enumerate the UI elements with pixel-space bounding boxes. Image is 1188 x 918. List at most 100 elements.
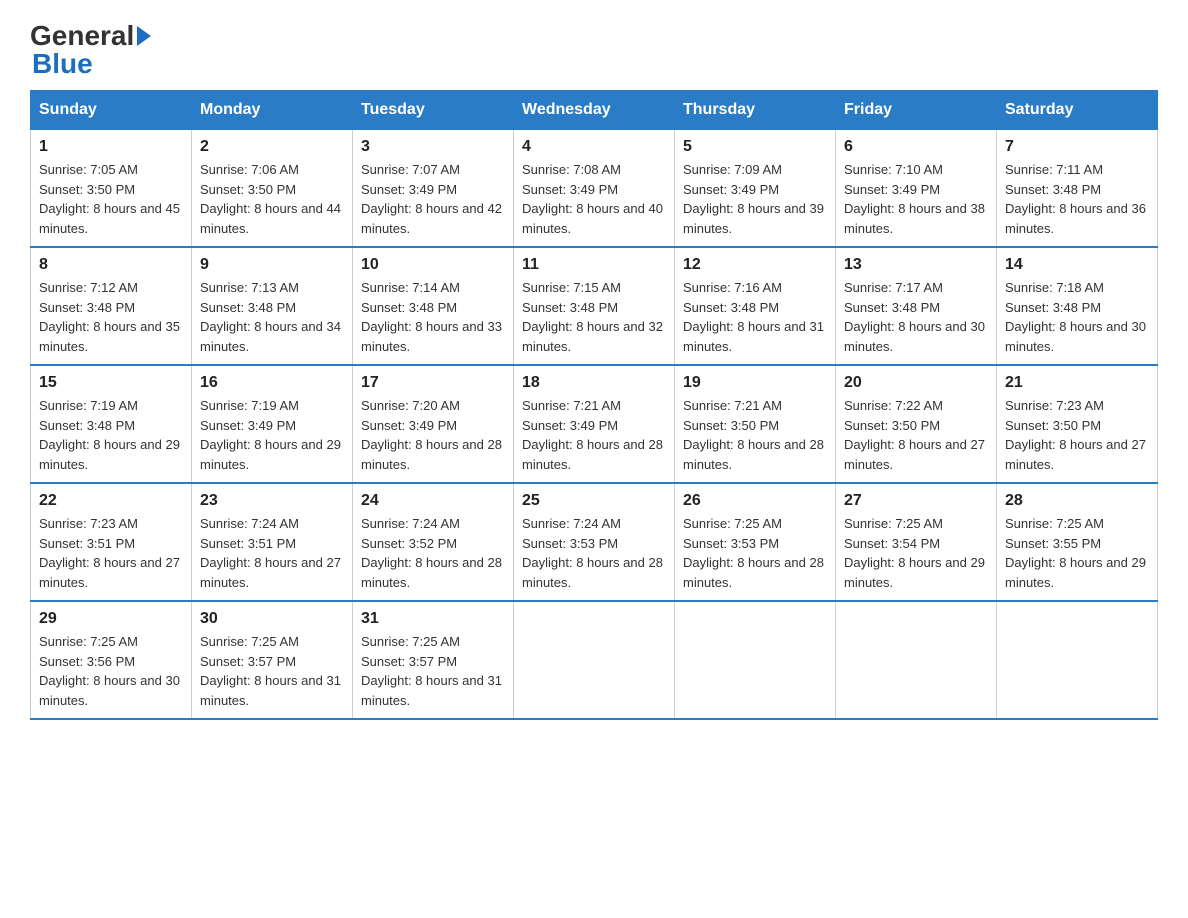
- calendar-cell: 2 Sunrise: 7:06 AMSunset: 3:50 PMDayligh…: [192, 130, 353, 248]
- day-info: Sunrise: 7:25 AMSunset: 3:55 PMDaylight:…: [1005, 514, 1149, 592]
- day-number: 18: [522, 374, 666, 392]
- day-number: 3: [361, 138, 505, 156]
- calendar-cell: 10 Sunrise: 7:14 AMSunset: 3:48 PMDaylig…: [353, 247, 514, 365]
- col-header-saturday: Saturday: [997, 91, 1158, 130]
- calendar-cell: 28 Sunrise: 7:25 AMSunset: 3:55 PMDaylig…: [997, 483, 1158, 601]
- day-info: Sunrise: 7:20 AMSunset: 3:49 PMDaylight:…: [361, 396, 505, 474]
- calendar-cell: 3 Sunrise: 7:07 AMSunset: 3:49 PMDayligh…: [353, 130, 514, 248]
- calendar-cell: 1 Sunrise: 7:05 AMSunset: 3:50 PMDayligh…: [31, 130, 192, 248]
- day-info: Sunrise: 7:25 AMSunset: 3:54 PMDaylight:…: [844, 514, 988, 592]
- day-info: Sunrise: 7:06 AMSunset: 3:50 PMDaylight:…: [200, 160, 344, 238]
- header-row: SundayMondayTuesdayWednesdayThursdayFrid…: [31, 91, 1158, 130]
- calendar-cell: 25 Sunrise: 7:24 AMSunset: 3:53 PMDaylig…: [514, 483, 675, 601]
- header: General Blue: [30, 20, 1158, 80]
- calendar-cell: 30 Sunrise: 7:25 AMSunset: 3:57 PMDaylig…: [192, 601, 353, 719]
- day-info: Sunrise: 7:24 AMSunset: 3:51 PMDaylight:…: [200, 514, 344, 592]
- calendar-cell: 7 Sunrise: 7:11 AMSunset: 3:48 PMDayligh…: [997, 130, 1158, 248]
- day-info: Sunrise: 7:25 AMSunset: 3:57 PMDaylight:…: [200, 632, 344, 710]
- calendar-cell: [675, 601, 836, 719]
- day-number: 8: [39, 256, 183, 274]
- day-info: Sunrise: 7:24 AMSunset: 3:52 PMDaylight:…: [361, 514, 505, 592]
- calendar-cell: [514, 601, 675, 719]
- calendar-cell: 19 Sunrise: 7:21 AMSunset: 3:50 PMDaylig…: [675, 365, 836, 483]
- week-row-5: 29 Sunrise: 7:25 AMSunset: 3:56 PMDaylig…: [31, 601, 1158, 719]
- day-info: Sunrise: 7:22 AMSunset: 3:50 PMDaylight:…: [844, 396, 988, 474]
- logo-blue-text: Blue: [32, 48, 93, 79]
- calendar-cell: 22 Sunrise: 7:23 AMSunset: 3:51 PMDaylig…: [31, 483, 192, 601]
- day-info: Sunrise: 7:19 AMSunset: 3:48 PMDaylight:…: [39, 396, 183, 474]
- day-info: Sunrise: 7:25 AMSunset: 3:56 PMDaylight:…: [39, 632, 183, 710]
- calendar-table: SundayMondayTuesdayWednesdayThursdayFrid…: [30, 90, 1158, 720]
- day-number: 28: [1005, 492, 1149, 510]
- calendar-cell: 29 Sunrise: 7:25 AMSunset: 3:56 PMDaylig…: [31, 601, 192, 719]
- day-info: Sunrise: 7:21 AMSunset: 3:50 PMDaylight:…: [683, 396, 827, 474]
- calendar-cell: 12 Sunrise: 7:16 AMSunset: 3:48 PMDaylig…: [675, 247, 836, 365]
- calendar-cell: 13 Sunrise: 7:17 AMSunset: 3:48 PMDaylig…: [836, 247, 997, 365]
- day-number: 11: [522, 256, 666, 274]
- day-info: Sunrise: 7:17 AMSunset: 3:48 PMDaylight:…: [844, 278, 988, 356]
- calendar-cell: 16 Sunrise: 7:19 AMSunset: 3:49 PMDaylig…: [192, 365, 353, 483]
- day-number: 19: [683, 374, 827, 392]
- day-number: 17: [361, 374, 505, 392]
- day-info: Sunrise: 7:25 AMSunset: 3:57 PMDaylight:…: [361, 632, 505, 710]
- day-info: Sunrise: 7:07 AMSunset: 3:49 PMDaylight:…: [361, 160, 505, 238]
- col-header-sunday: Sunday: [31, 91, 192, 130]
- day-number: 13: [844, 256, 988, 274]
- day-info: Sunrise: 7:19 AMSunset: 3:49 PMDaylight:…: [200, 396, 344, 474]
- calendar-cell: 26 Sunrise: 7:25 AMSunset: 3:53 PMDaylig…: [675, 483, 836, 601]
- calendar-cell: 31 Sunrise: 7:25 AMSunset: 3:57 PMDaylig…: [353, 601, 514, 719]
- day-info: Sunrise: 7:13 AMSunset: 3:48 PMDaylight:…: [200, 278, 344, 356]
- day-number: 2: [200, 138, 344, 156]
- day-number: 15: [39, 374, 183, 392]
- calendar-cell: 23 Sunrise: 7:24 AMSunset: 3:51 PMDaylig…: [192, 483, 353, 601]
- day-number: 14: [1005, 256, 1149, 274]
- calendar-cell: 14 Sunrise: 7:18 AMSunset: 3:48 PMDaylig…: [997, 247, 1158, 365]
- calendar-cell: 17 Sunrise: 7:20 AMSunset: 3:49 PMDaylig…: [353, 365, 514, 483]
- calendar-cell: 6 Sunrise: 7:10 AMSunset: 3:49 PMDayligh…: [836, 130, 997, 248]
- calendar-cell: 8 Sunrise: 7:12 AMSunset: 3:48 PMDayligh…: [31, 247, 192, 365]
- logo-bottom: Blue: [32, 48, 93, 80]
- day-number: 12: [683, 256, 827, 274]
- day-number: 21: [1005, 374, 1149, 392]
- day-number: 25: [522, 492, 666, 510]
- day-info: Sunrise: 7:15 AMSunset: 3:48 PMDaylight:…: [522, 278, 666, 356]
- day-info: Sunrise: 7:21 AMSunset: 3:49 PMDaylight:…: [522, 396, 666, 474]
- col-header-wednesday: Wednesday: [514, 91, 675, 130]
- day-info: Sunrise: 7:05 AMSunset: 3:50 PMDaylight:…: [39, 160, 183, 238]
- day-number: 24: [361, 492, 505, 510]
- day-number: 27: [844, 492, 988, 510]
- day-number: 16: [200, 374, 344, 392]
- calendar-cell: [997, 601, 1158, 719]
- calendar-cell: 11 Sunrise: 7:15 AMSunset: 3:48 PMDaylig…: [514, 247, 675, 365]
- week-row-2: 8 Sunrise: 7:12 AMSunset: 3:48 PMDayligh…: [31, 247, 1158, 365]
- day-info: Sunrise: 7:14 AMSunset: 3:48 PMDaylight:…: [361, 278, 505, 356]
- calendar-cell: [836, 601, 997, 719]
- day-number: 5: [683, 138, 827, 156]
- day-info: Sunrise: 7:16 AMSunset: 3:48 PMDaylight:…: [683, 278, 827, 356]
- day-info: Sunrise: 7:24 AMSunset: 3:53 PMDaylight:…: [522, 514, 666, 592]
- calendar-cell: 21 Sunrise: 7:23 AMSunset: 3:50 PMDaylig…: [997, 365, 1158, 483]
- day-info: Sunrise: 7:10 AMSunset: 3:49 PMDaylight:…: [844, 160, 988, 238]
- calendar-cell: 4 Sunrise: 7:08 AMSunset: 3:49 PMDayligh…: [514, 130, 675, 248]
- day-number: 26: [683, 492, 827, 510]
- calendar-cell: 20 Sunrise: 7:22 AMSunset: 3:50 PMDaylig…: [836, 365, 997, 483]
- day-number: 29: [39, 610, 183, 628]
- calendar-cell: 27 Sunrise: 7:25 AMSunset: 3:54 PMDaylig…: [836, 483, 997, 601]
- day-number: 31: [361, 610, 505, 628]
- day-info: Sunrise: 7:09 AMSunset: 3:49 PMDaylight:…: [683, 160, 827, 238]
- week-row-4: 22 Sunrise: 7:23 AMSunset: 3:51 PMDaylig…: [31, 483, 1158, 601]
- day-number: 7: [1005, 138, 1149, 156]
- calendar-cell: 15 Sunrise: 7:19 AMSunset: 3:48 PMDaylig…: [31, 365, 192, 483]
- day-info: Sunrise: 7:23 AMSunset: 3:51 PMDaylight:…: [39, 514, 183, 592]
- day-number: 6: [844, 138, 988, 156]
- day-number: 30: [200, 610, 344, 628]
- calendar-cell: 18 Sunrise: 7:21 AMSunset: 3:49 PMDaylig…: [514, 365, 675, 483]
- day-number: 1: [39, 138, 183, 156]
- day-info: Sunrise: 7:25 AMSunset: 3:53 PMDaylight:…: [683, 514, 827, 592]
- day-info: Sunrise: 7:08 AMSunset: 3:49 PMDaylight:…: [522, 160, 666, 238]
- day-number: 23: [200, 492, 344, 510]
- day-number: 10: [361, 256, 505, 274]
- day-number: 22: [39, 492, 183, 510]
- col-header-thursday: Thursday: [675, 91, 836, 130]
- day-info: Sunrise: 7:11 AMSunset: 3:48 PMDaylight:…: [1005, 160, 1149, 238]
